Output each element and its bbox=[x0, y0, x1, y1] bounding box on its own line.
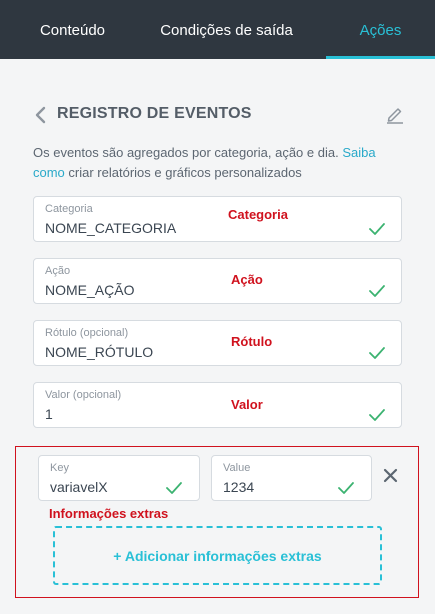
category-label: Categoria bbox=[45, 203, 93, 215]
action-value: NOME_AÇÃO bbox=[45, 282, 135, 298]
extra-value-label: Value bbox=[223, 462, 251, 474]
tab-conteudo[interactable]: Conteúdo bbox=[0, 0, 145, 59]
extra-key-label: Key bbox=[50, 462, 69, 474]
description: Os eventos são agregados por categoria, … bbox=[33, 143, 405, 183]
category-field[interactable]: Categoria NOME_CATEGORIA bbox=[33, 196, 402, 242]
section-header: REGISTRO DE EVENTOS bbox=[33, 103, 405, 127]
add-extra-info-button[interactable]: + Adicionar informações extras bbox=[53, 526, 382, 585]
active-tab-indicator bbox=[326, 56, 435, 59]
extras-annotation: Informações extras bbox=[49, 506, 169, 521]
tab-condicoes-de-saida[interactable]: Condições de saída bbox=[145, 0, 308, 59]
check-icon bbox=[369, 409, 385, 421]
action-field[interactable]: Ação NOME_AÇÃO bbox=[33, 258, 402, 304]
action-label: Ação bbox=[45, 265, 71, 277]
value-annotation: Valor bbox=[231, 397, 263, 412]
check-icon bbox=[338, 482, 354, 494]
label-field-value: NOME_RÓTULO bbox=[45, 344, 154, 360]
section-title: REGISTRO DE EVENTOS bbox=[57, 105, 252, 122]
extra-value-value: 1234 bbox=[223, 479, 255, 495]
value-field-value: 1 bbox=[45, 406, 53, 422]
value-field[interactable]: Valor (opcional) 1 bbox=[33, 382, 402, 428]
extra-key-field[interactable]: Key variavelX bbox=[38, 455, 200, 501]
check-icon bbox=[166, 482, 182, 494]
label-annotation: Rótulo bbox=[231, 334, 273, 349]
label-field-label: Rótulo (opcional) bbox=[45, 327, 129, 339]
action-annotation: Ação bbox=[231, 272, 263, 287]
description-text-after: criar relatórios e gráficos personalizad… bbox=[64, 165, 302, 180]
pencil-icon[interactable] bbox=[385, 104, 405, 124]
description-text: Os eventos são agregados por categoria, … bbox=[33, 145, 343, 160]
chevron-left-icon[interactable] bbox=[33, 106, 49, 124]
extra-key-value: variavelX bbox=[50, 479, 108, 495]
category-annotation: Categoria bbox=[228, 207, 288, 222]
check-icon bbox=[369, 347, 385, 359]
extra-value-field[interactable]: Value 1234 bbox=[211, 455, 372, 501]
check-icon bbox=[369, 223, 385, 235]
tab-acoes[interactable]: Ações bbox=[326, 0, 435, 59]
category-value: NOME_CATEGORIA bbox=[45, 220, 177, 236]
tab-bar: Conteúdo Condições de saída Ações bbox=[0, 0, 435, 59]
check-icon bbox=[369, 285, 385, 297]
label-field[interactable]: Rótulo (opcional) NOME_RÓTULO bbox=[33, 320, 402, 366]
value-field-label: Valor (opcional) bbox=[45, 389, 122, 401]
close-icon[interactable] bbox=[383, 468, 398, 483]
